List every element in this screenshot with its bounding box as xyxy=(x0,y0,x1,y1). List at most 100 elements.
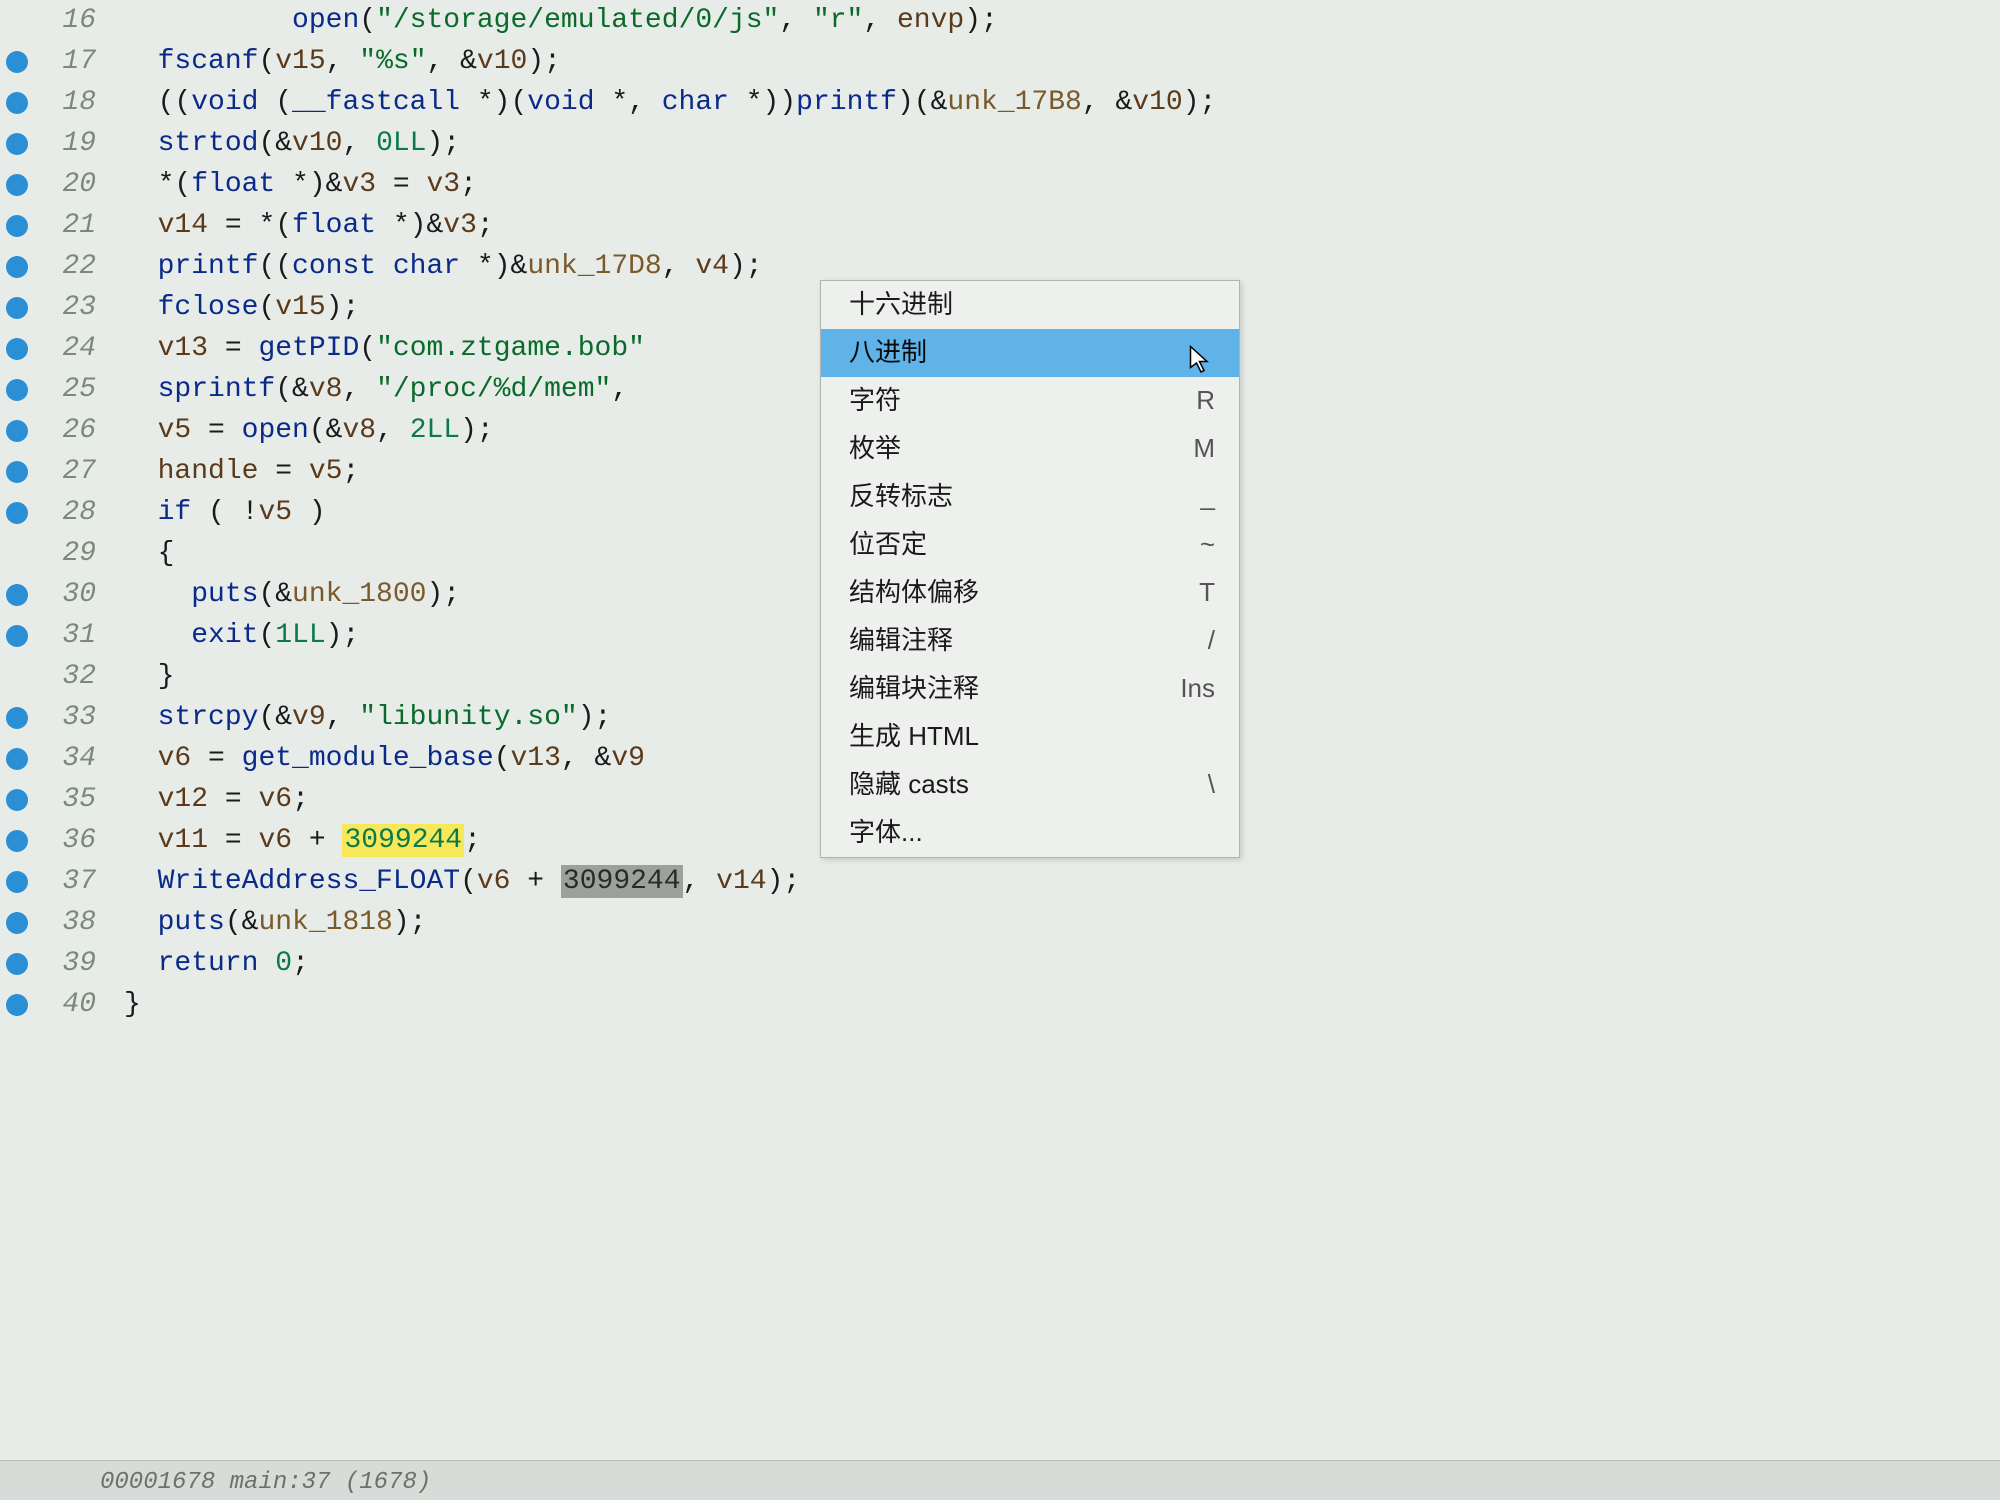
code-line[interactable]: 21 v14 = *(float *)&v3; xyxy=(0,205,2000,246)
code-text[interactable]: strtod(&v10, 0LL); xyxy=(124,125,460,163)
code-text[interactable]: if ( !v5 ) xyxy=(124,494,326,532)
breakpoint-marker[interactable] xyxy=(6,789,28,811)
code-text[interactable]: WriteAddress_FLOAT(v6 + 3099244, v14); xyxy=(124,863,800,901)
menu-item[interactable]: 枚举M xyxy=(821,425,1239,473)
menu-item[interactable]: 编辑注释/ xyxy=(821,617,1239,665)
breakpoint-marker[interactable] xyxy=(6,256,28,278)
breakpoint-marker[interactable] xyxy=(6,51,28,73)
code-text[interactable]: puts(&unk_1818); xyxy=(124,904,426,942)
code-text[interactable]: ((void (__fastcall *)(void *, char *))pr… xyxy=(124,84,1216,122)
breakpoint-marker[interactable] xyxy=(6,707,28,729)
breakpoint-marker[interactable] xyxy=(6,10,28,32)
code-line[interactable]: 20 *(float *)&v3 = v3; xyxy=(0,164,2000,205)
breakpoint-marker[interactable] xyxy=(6,215,28,237)
code-text[interactable]: v6 = get_module_base(v13, &v9 xyxy=(124,740,645,778)
code-text[interactable]: exit(1LL); xyxy=(124,617,359,655)
breakpoint-marker[interactable] xyxy=(6,953,28,975)
menu-item-shortcut: / xyxy=(1208,623,1215,658)
breakpoint-marker[interactable] xyxy=(6,871,28,893)
line-number: 25 xyxy=(36,371,96,409)
code-text[interactable]: } xyxy=(124,986,141,1024)
breakpoint-marker[interactable] xyxy=(6,133,28,155)
code-line[interactable]: 17 fscanf(v15, "%s", &v10); xyxy=(0,41,2000,82)
menu-item-shortcut: \ xyxy=(1208,767,1215,802)
menu-item-label: 反转标志 xyxy=(849,479,953,514)
code-line[interactable]: 40} xyxy=(0,984,2000,1025)
line-number: 27 xyxy=(36,453,96,491)
breakpoint-marker[interactable] xyxy=(6,584,28,606)
line-number: 36 xyxy=(36,822,96,860)
line-number: 37 xyxy=(36,863,96,901)
menu-item-label: 结构体偏移 xyxy=(849,575,979,610)
code-text[interactable]: v11 = v6 + 3099244; xyxy=(124,822,481,860)
code-text[interactable]: handle = v5; xyxy=(124,453,359,491)
line-number: 26 xyxy=(36,412,96,450)
code-text[interactable]: sprintf(&v8, "/proc/%d/mem", xyxy=(124,371,628,409)
code-line[interactable]: 19 strtod(&v10, 0LL); xyxy=(0,123,2000,164)
menu-item-shortcut: _ xyxy=(1201,479,1215,514)
code-text[interactable]: v14 = *(float *)&v3; xyxy=(124,207,494,245)
menu-item-label: 编辑块注释 xyxy=(849,671,979,706)
code-line[interactable]: 38 puts(&unk_1818); xyxy=(0,902,2000,943)
menu-item[interactable]: 反转标志 _ xyxy=(821,473,1239,521)
line-number: 39 xyxy=(36,945,96,983)
breakpoint-marker[interactable] xyxy=(6,625,28,647)
menu-item-label: 八进制 xyxy=(849,335,927,370)
menu-item[interactable]: 结构体偏移T xyxy=(821,569,1239,617)
breakpoint-marker[interactable] xyxy=(6,420,28,442)
line-number: 24 xyxy=(36,330,96,368)
menu-item-label: 生成 HTML xyxy=(849,719,979,754)
breakpoint-marker[interactable] xyxy=(6,543,28,565)
menu-item[interactable]: 编辑块注释Ins xyxy=(821,665,1239,713)
code-text[interactable]: v12 = v6; xyxy=(124,781,309,819)
line-number: 32 xyxy=(36,658,96,696)
code-text[interactable]: printf((const char *)&unk_17D8, v4); xyxy=(124,248,763,286)
code-line[interactable]: 16 open("/storage/emulated/0/js", "r", e… xyxy=(0,0,2000,41)
code-line[interactable]: 18 ((void (__fastcall *)(void *, char *)… xyxy=(0,82,2000,123)
code-text[interactable]: fscanf(v15, "%s", &v10); xyxy=(124,43,561,81)
line-number: 22 xyxy=(36,248,96,286)
code-text[interactable]: } xyxy=(124,658,174,696)
code-text[interactable]: { xyxy=(124,535,174,573)
code-line[interactable]: 39 return 0; xyxy=(0,943,2000,984)
breakpoint-marker[interactable] xyxy=(6,666,28,688)
menu-item-shortcut: ~ xyxy=(1200,527,1215,562)
code-text[interactable]: v13 = getPID("com.ztgame.bob" xyxy=(124,330,645,368)
code-text[interactable]: open("/storage/emulated/0/js", "r", envp… xyxy=(124,2,998,40)
menu-item[interactable]: 十六进制 xyxy=(821,281,1239,329)
line-number: 28 xyxy=(36,494,96,532)
breakpoint-marker[interactable] xyxy=(6,338,28,360)
breakpoint-marker[interactable] xyxy=(6,174,28,196)
breakpoint-marker[interactable] xyxy=(6,502,28,524)
menu-item-label: 字体... xyxy=(849,815,923,850)
menu-item[interactable]: 八进制 xyxy=(821,329,1239,377)
line-number: 30 xyxy=(36,576,96,614)
menu-item-label: 位否定 xyxy=(849,527,927,562)
breakpoint-marker[interactable] xyxy=(6,912,28,934)
menu-item[interactable]: 生成 HTML xyxy=(821,713,1239,761)
breakpoint-marker[interactable] xyxy=(6,994,28,1016)
code-text[interactable]: v5 = open(&v8, 2LL); xyxy=(124,412,494,450)
code-text[interactable]: puts(&unk_1800); xyxy=(124,576,460,614)
line-number: 34 xyxy=(36,740,96,778)
line-number: 21 xyxy=(36,207,96,245)
code-line[interactable]: 37 WriteAddress_FLOAT(v6 + 3099244, v14)… xyxy=(0,861,2000,902)
breakpoint-marker[interactable] xyxy=(6,379,28,401)
menu-item[interactable]: 字符R xyxy=(821,377,1239,425)
breakpoint-marker[interactable] xyxy=(6,748,28,770)
breakpoint-marker[interactable] xyxy=(6,92,28,114)
breakpoint-marker[interactable] xyxy=(6,461,28,483)
menu-item[interactable]: 位否定 ~ xyxy=(821,521,1239,569)
menu-item-label: 枚举 xyxy=(849,431,901,466)
breakpoint-marker[interactable] xyxy=(6,297,28,319)
menu-item[interactable]: 字体... xyxy=(821,809,1239,857)
menu-item-shortcut: R xyxy=(1196,383,1215,418)
code-text[interactable]: fclose(v15); xyxy=(124,289,359,327)
line-number: 29 xyxy=(36,535,96,573)
code-text[interactable]: return 0; xyxy=(124,945,309,983)
code-text[interactable]: strcpy(&v9, "libunity.so"); xyxy=(124,699,611,737)
menu-item[interactable]: 隐藏 casts\ xyxy=(821,761,1239,809)
breakpoint-marker[interactable] xyxy=(6,830,28,852)
code-text[interactable]: *(float *)&v3 = v3; xyxy=(124,166,477,204)
line-number: 35 xyxy=(36,781,96,819)
